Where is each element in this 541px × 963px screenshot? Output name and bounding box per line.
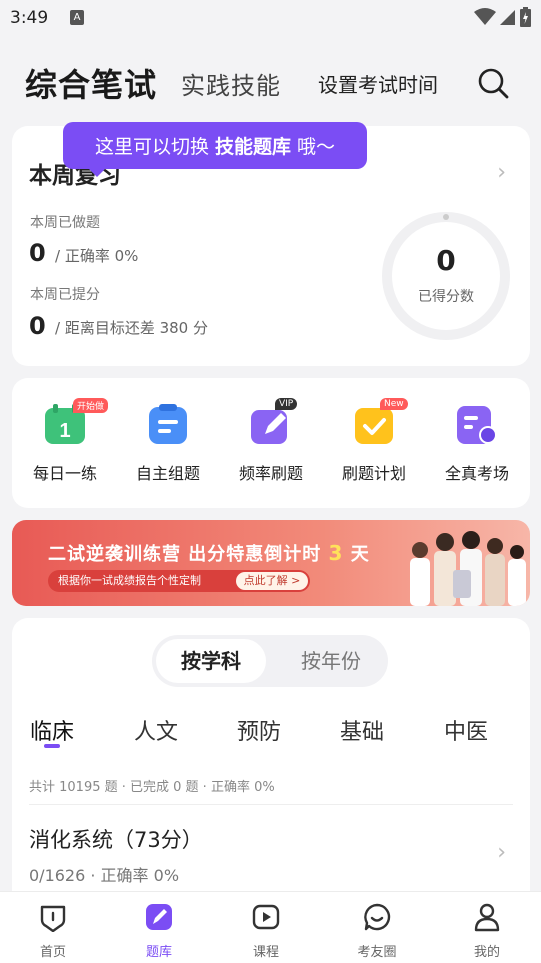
person-icon xyxy=(474,903,500,932)
tool-name: 刷题计划 xyxy=(341,464,406,483)
raised-label: 本周已提分 xyxy=(30,287,100,303)
tool-daily-practice[interactable]: 1 开始做 每日一练 xyxy=(20,398,110,484)
chevron-right-icon[interactable]: › xyxy=(497,840,506,865)
accuracy-text: / 正确率 0% xyxy=(55,247,139,265)
banner-countdown: 3 xyxy=(328,541,344,565)
subtab-clinical[interactable]: 临床 xyxy=(30,714,74,746)
status-icons xyxy=(474,7,531,27)
segment-by-subject[interactable]: 按学科 xyxy=(156,639,266,683)
subtab-humanities[interactable]: 人文 xyxy=(134,714,178,746)
tool-custom-quiz[interactable]: 自主组题 xyxy=(123,402,213,484)
tab-question-bank[interactable]: 题库 xyxy=(119,902,199,960)
score-label: 已得分数 xyxy=(418,289,474,305)
tab-label: 课程 xyxy=(252,945,279,960)
subtab-tcm[interactable]: 中医 xyxy=(444,714,488,746)
notification-icon: A xyxy=(70,10,84,25)
subject-item-title[interactable]: 消化系统（73分） xyxy=(29,824,203,854)
tab-label: 考友圈 xyxy=(357,945,397,960)
tooltip-prefix: 这里可以切换 xyxy=(94,136,209,158)
promo-banner[interactable]: 二试逆袭训练营 出分特惠倒计时 3 天 根据你一试成绩报告个性定制 点此了解 > xyxy=(12,520,530,606)
banner-headline-suffix: 天 xyxy=(350,544,370,565)
play-icon xyxy=(252,904,280,930)
tab-courses[interactable]: 课程 xyxy=(226,902,306,960)
done-value: 0 xyxy=(29,239,46,267)
subjects-card: 按学科 按年份 临床 人文 预防 基础 中医 共计 10195 题 · 已完成 … xyxy=(12,618,530,908)
tool-name: 每日一练 xyxy=(32,464,97,483)
tooltip-highlight: 技能题库 xyxy=(214,136,291,158)
tool-tag: New xyxy=(380,398,408,410)
tool-mock-exam[interactable]: 全真考场 xyxy=(432,402,522,484)
score-value: 0 xyxy=(436,244,456,277)
tab-label: 首页 xyxy=(39,945,66,960)
banner-people-image xyxy=(410,531,526,606)
wifi-icon xyxy=(474,8,496,25)
banner-learn-more-button[interactable]: 点此了解 > xyxy=(236,572,308,590)
tool-name: 全真考场 xyxy=(444,464,509,483)
tools-card: 1 开始做 每日一练 自主组题 VIP 频率刷题 New 刷题计划 全真考场 xyxy=(12,378,530,508)
tool-drill-plan[interactable]: New 刷题计划 xyxy=(329,398,419,484)
gap-text: / 距离目标还差 380 分 xyxy=(55,319,208,337)
search-icon[interactable] xyxy=(476,66,510,100)
subtab-basic[interactable]: 基础 xyxy=(340,714,384,746)
tab-practical-skills[interactable]: 实践技能 xyxy=(181,66,281,101)
svg-text:1: 1 xyxy=(59,420,70,442)
tab-home[interactable]: 首页 xyxy=(13,902,93,960)
tab-written-exam[interactable]: 综合笔试 xyxy=(25,60,157,106)
tool-name: 自主组题 xyxy=(135,464,200,483)
exam-icon xyxy=(457,406,497,444)
set-exam-time-button[interactable]: 设置考试时间 xyxy=(318,69,438,98)
banner-headline: 二试逆袭训练营 出分特惠倒计时 3 天 xyxy=(48,540,370,566)
bottom-tab-bar: 首页 题库 课程 考友圈 我的 xyxy=(0,891,541,963)
tool-frequency-drill[interactable]: VIP 频率刷题 xyxy=(226,398,316,484)
tooltip-suffix: 哦～ xyxy=(297,136,336,158)
battery-icon xyxy=(520,7,531,27)
tab-label: 我的 xyxy=(473,945,500,960)
subject-stats: 共计 10195 题 · 已完成 0 题 · 正确率 0% xyxy=(29,780,275,795)
tool-tag: VIP xyxy=(275,398,298,410)
top-nav: 综合笔试 实践技能 设置考试时间 xyxy=(0,52,541,112)
segment-by-year[interactable]: 按年份 xyxy=(276,639,386,683)
tab-profile[interactable]: 我的 xyxy=(447,902,527,960)
chat-icon xyxy=(364,903,391,931)
mode-segment: 按学科 按年份 xyxy=(152,635,388,687)
status-time: 3:49 xyxy=(10,8,49,28)
subtab-prevention[interactable]: 预防 xyxy=(237,714,281,746)
signal-icon xyxy=(500,10,515,25)
divider xyxy=(29,804,513,805)
clipboard-icon xyxy=(149,404,187,444)
tool-tag: 开始做 xyxy=(73,398,109,413)
question-bank-icon xyxy=(146,904,172,930)
banner-headline-text: 二试逆袭训练营 出分特惠倒计时 xyxy=(48,544,322,565)
tab-label: 题库 xyxy=(145,945,172,960)
tool-name: 频率刷题 xyxy=(238,464,303,483)
tab-community[interactable]: 考友圈 xyxy=(337,902,417,960)
chevron-right-icon[interactable]: › xyxy=(497,160,506,185)
raised-value: 0 xyxy=(29,312,46,340)
active-tab-indicator xyxy=(44,744,60,748)
subject-item-progress: 0/1626 · 正确率 0% xyxy=(29,866,180,885)
home-icon xyxy=(40,905,66,933)
done-label: 本周已做题 xyxy=(30,215,100,231)
switch-tooltip[interactable]: 这里可以切换 技能题库 哦～ xyxy=(63,122,367,177)
status-bar: 3:49 A xyxy=(0,0,541,38)
